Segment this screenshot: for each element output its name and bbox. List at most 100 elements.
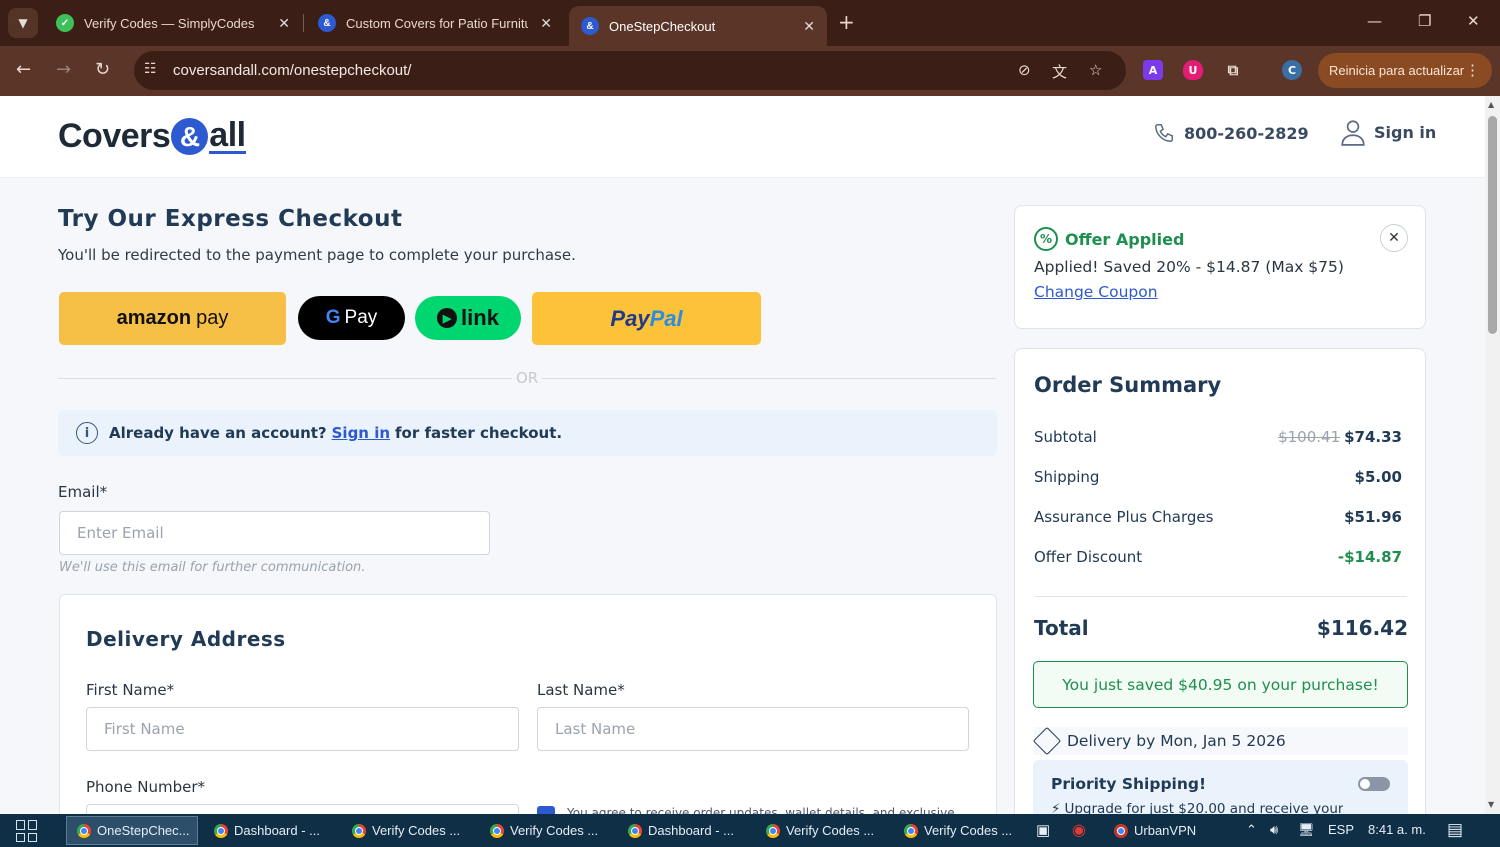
- taskbar-item-urbanvpn[interactable]: UrbanVPN: [1104, 816, 1230, 845]
- chrome-icon: [77, 823, 91, 838]
- taskbar-item[interactable]: Verify Codes ...: [342, 816, 476, 845]
- address-bar[interactable]: ☷ coversandall.com/onestepcheckout/ ⊘ 文 …: [134, 51, 1126, 90]
- translate-icon[interactable]: 文: [1052, 61, 1067, 82]
- taskbar-item-label: Dashboard - ...: [648, 823, 734, 838]
- restart-to-update-button[interactable]: Reinicia para actualizar ⋮: [1318, 53, 1492, 88]
- forward-arrow-icon[interactable]: →: [56, 59, 71, 81]
- email-input[interactable]: Enter Email: [59, 511, 490, 555]
- taskbar-item[interactable]: Verify Codes ...: [756, 816, 890, 845]
- extension-shield-icon[interactable]: U: [1183, 60, 1203, 80]
- clock[interactable]: 8:41 a. m.: [1368, 822, 1426, 837]
- google-pay-button[interactable]: G Pay: [298, 296, 405, 340]
- paypal-logo-pay: Pay: [610, 305, 650, 331]
- order-summary-title: Order Summary: [1034, 373, 1222, 397]
- signin-label: Sign in: [1374, 122, 1437, 142]
- chrome-icon: [214, 823, 228, 838]
- scroll-up-arrow-icon[interactable]: ▲: [1488, 100, 1494, 109]
- extension-a-icon[interactable]: A: [1143, 60, 1163, 80]
- or-label: OR: [512, 369, 543, 387]
- new-tab-plus-icon[interactable]: +: [838, 12, 855, 32]
- browser-toolbar: ← → ↻ ☷ coversandall.com/onestepcheckout…: [0, 46, 1500, 96]
- info-icon: i: [76, 422, 98, 444]
- notifications-icon[interactable]: ▤: [1447, 820, 1463, 840]
- tab-close-icon[interactable]: ✕: [803, 18, 815, 35]
- eye-off-icon[interactable]: ⊘: [1018, 61, 1031, 79]
- header-signin-link[interactable]: Sign in: [1340, 118, 1436, 146]
- paypal-button[interactable]: Pay Pal: [532, 292, 761, 345]
- shipping-label: Shipping: [1034, 468, 1100, 486]
- logo-text-all: all: [209, 116, 246, 154]
- delivery-address-title: Delivery Address: [86, 627, 286, 651]
- windows-taskbar: OneStepChec... Dashboard - ... Verify Co…: [0, 814, 1500, 847]
- site-settings-icon[interactable]: ☷: [144, 61, 157, 77]
- chrome-icon: [490, 823, 504, 838]
- scrollbar-thumb[interactable]: [1488, 116, 1497, 334]
- network-icon[interactable]: 🖥︎: [1298, 822, 1315, 838]
- total-value: $116.42: [1316, 616, 1408, 640]
- assurance-value: $51.96: [1344, 508, 1402, 526]
- amazon-pay-button[interactable]: amazon pay: [59, 292, 286, 345]
- taskbar-item[interactable]: OneStepChec...: [66, 816, 198, 845]
- email-hint: We'll use this email for further communi…: [59, 560, 366, 575]
- taskbar-item[interactable]: Verify Codes ...: [894, 816, 1020, 845]
- priority-shipping-subtitle: ⚡ Upgrade for just $20.00 and receive you…: [1051, 801, 1343, 814]
- first-name-label: First Name*: [86, 681, 175, 699]
- red-circle-app-icon[interactable]: ◉: [1072, 820, 1086, 840]
- tab-close-icon[interactable]: ✕: [278, 15, 290, 32]
- last-name-input[interactable]: Last Name: [537, 707, 969, 751]
- computer-monitor-icon[interactable]: ▣: [1036, 821, 1050, 839]
- taskbar-item-label: Verify Codes ...: [786, 823, 875, 838]
- extensions-puzzle-icon[interactable]: ⧉: [1223, 60, 1243, 80]
- bookmark-star-icon[interactable]: ☆: [1089, 61, 1102, 79]
- tab-onestepcheckout[interactable]: & OneStepCheckout ✕: [569, 6, 827, 46]
- tab-verify-codes[interactable]: ✓ Verify Codes — SimplyCodes ✕: [44, 6, 302, 40]
- taskbar-item[interactable]: Dashboard - ...: [204, 816, 338, 845]
- change-coupon-link[interactable]: Change Coupon: [1034, 283, 1158, 301]
- scroll-down-arrow-icon[interactable]: ▼: [1488, 800, 1494, 809]
- shipping-value: $5.00: [1354, 468, 1402, 486]
- tray-chevron-up-icon[interactable]: ⌃: [1246, 822, 1257, 838]
- banner-signin-link[interactable]: Sign in: [332, 424, 390, 442]
- tab-title: OneStepCheckout: [609, 18, 716, 34]
- banner-prefix: Already have an account?: [109, 424, 327, 442]
- coversandall-logo[interactable]: Covers & all: [58, 117, 246, 156]
- assurance-label: Assurance Plus Charges: [1034, 508, 1214, 526]
- percent-badge-icon: %: [1034, 227, 1058, 251]
- volume-icon[interactable]: 🔊︎: [1270, 822, 1278, 838]
- taskbar-item[interactable]: Dashboard - ...: [618, 816, 752, 845]
- amazon-pay-logo-bold: amazon: [116, 307, 192, 329]
- taskbar-item-label: UrbanVPN: [1134, 823, 1197, 838]
- profile-avatar[interactable]: C: [1282, 60, 1302, 80]
- savings-banner: You just saved $40.95 on your purchase!: [1033, 661, 1408, 708]
- phone-number-label: Phone Number*: [86, 778, 205, 796]
- close-window-icon[interactable]: ✕: [1467, 12, 1480, 30]
- taskbar-item-label: OneStepChec...: [97, 823, 190, 838]
- first-name-input[interactable]: First Name: [86, 707, 519, 751]
- priority-shipping-toggle[interactable]: [1358, 777, 1390, 791]
- consent-text: You agree to receive order updates, wall…: [567, 806, 955, 814]
- minimize-icon[interactable]: —: [1367, 12, 1382, 30]
- taskbar-item[interactable]: Verify Codes ...: [480, 816, 614, 845]
- language-indicator[interactable]: ESP: [1328, 822, 1354, 837]
- start-menu-icon[interactable]: [16, 820, 38, 842]
- remove-offer-close-icon[interactable]: ✕: [1380, 224, 1408, 252]
- tab-close-icon[interactable]: ✕: [540, 15, 552, 32]
- google-g-icon: G: [325, 307, 341, 328]
- express-checkout-subtitle: You'll be redirected to the payment page…: [58, 246, 576, 264]
- link-pay-button[interactable]: ▶ link: [415, 296, 521, 340]
- offer-details: Applied! Saved 20% - $14.87 (Max $75): [1034, 258, 1344, 276]
- tab-custom-covers[interactable]: & Custom Covers for Patio Furniture ✕: [306, 6, 564, 40]
- phone-icon: [1155, 124, 1173, 142]
- restore-window-icon[interactable]: ❐: [1418, 12, 1431, 30]
- reload-icon[interactable]: ↻: [95, 59, 110, 81]
- header-phone-link[interactable]: 800-260-2829: [1153, 122, 1309, 144]
- last-name-label: Last Name*: [537, 681, 625, 699]
- phone-number-input[interactable]: [86, 804, 519, 814]
- link-arrow-icon: ▶: [437, 308, 458, 328]
- back-arrow-icon[interactable]: ←: [16, 59, 31, 81]
- browser-tab-bar: ▼ ✓ Verify Codes — SimplyCodes ✕ & Custo…: [0, 0, 1500, 46]
- tab-separator: [303, 14, 304, 32]
- more-menu-icon[interactable]: ⋮: [1465, 61, 1480, 79]
- google-pay-label: Pay: [344, 307, 378, 328]
- tab-search-chevron-icon[interactable]: ▼: [8, 8, 38, 38]
